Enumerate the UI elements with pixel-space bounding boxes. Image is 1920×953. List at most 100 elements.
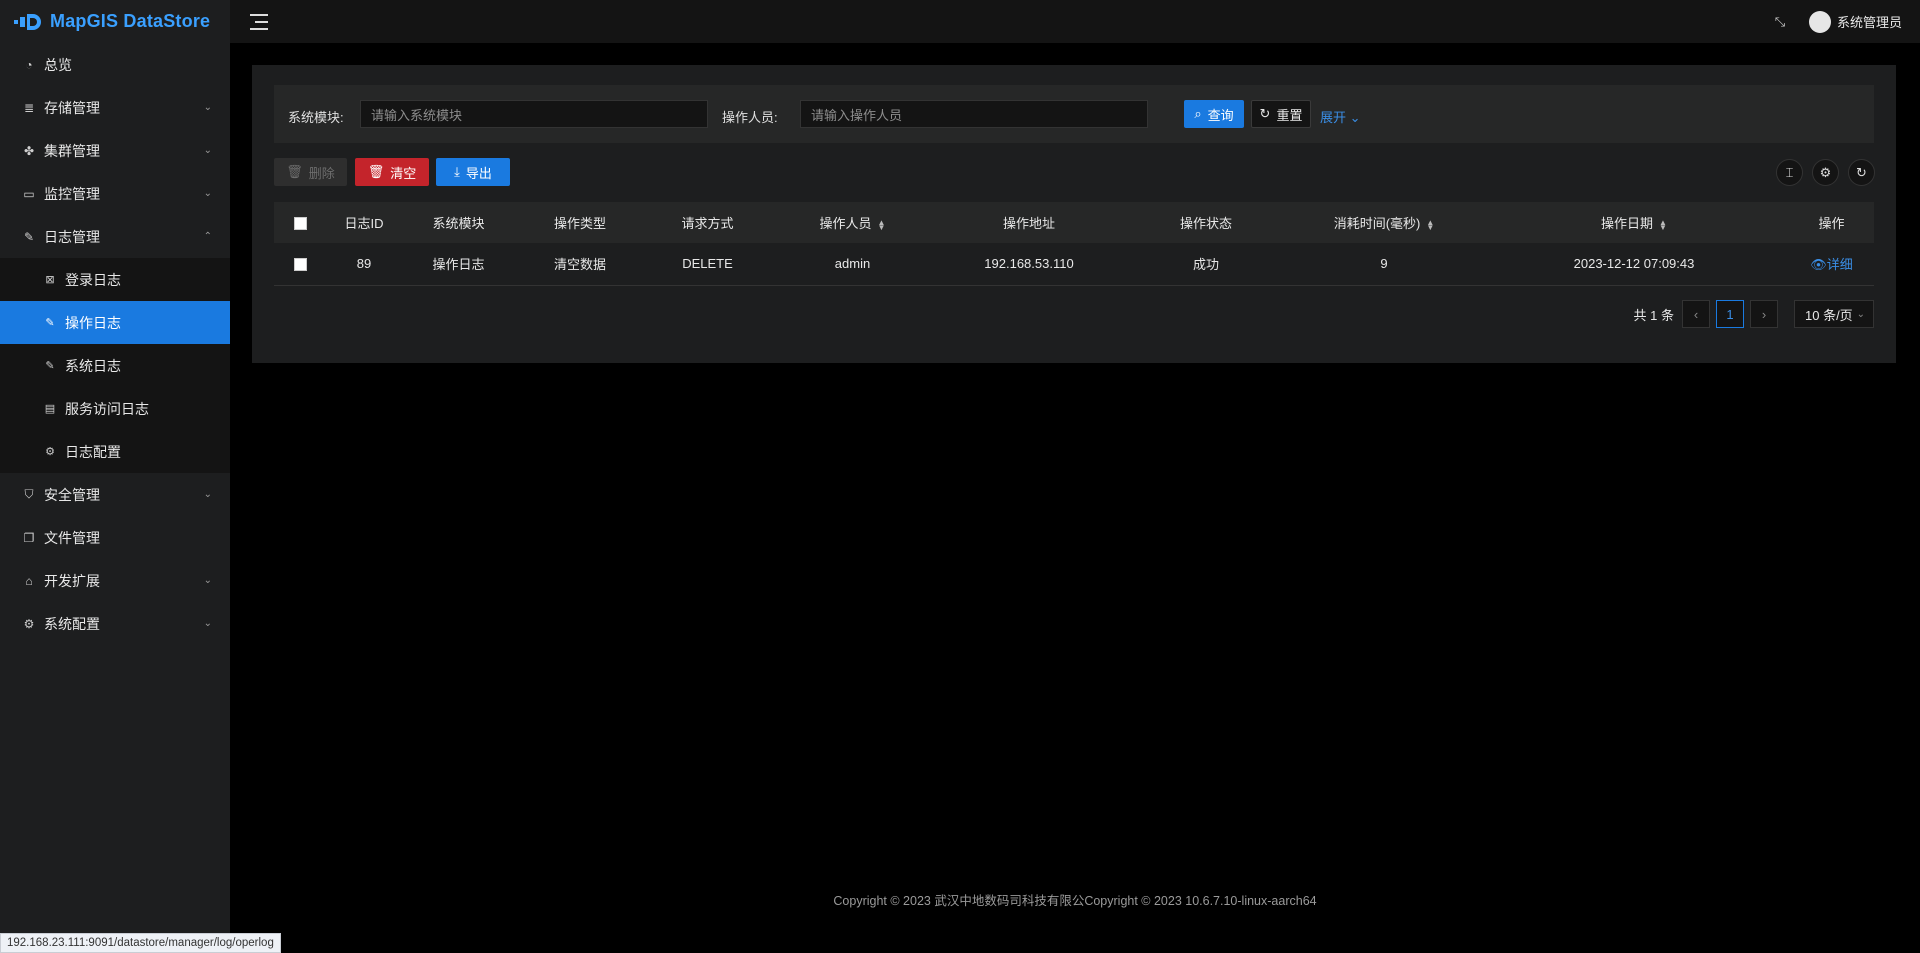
storage-icon: ≣: [23, 100, 35, 115]
download-icon: ⤓: [454, 164, 460, 179]
col-module: 系统模块: [432, 216, 485, 231]
main-card: 系统模块: 请输入系统模块 操作人员: 请输入操作人员 ⌕ 查询 ↻ 重置 展开…: [252, 65, 1896, 363]
col-operator[interactable]: 操作人员 ▲ ▼: [770, 202, 935, 243]
sidebar-item-label: 操作日志: [65, 314, 121, 331]
query-button[interactable]: ⌕ 查询: [1184, 100, 1244, 128]
log-submenu: ⊠ 登录日志 ✎ 操作日志 ✎ 系统日志 ▤ 服务访问日志 ⚙ 日志配置: [0, 258, 230, 473]
select-all-cell: [274, 202, 326, 243]
fullscreen-icon[interactable]: ⤡: [1773, 14, 1787, 29]
sidebar-item-storage[interactable]: ≣ 存储管理 ⌄: [0, 86, 230, 129]
reset-button[interactable]: ↻ 重置: [1251, 100, 1311, 128]
page-number[interactable]: 1: [1716, 300, 1744, 328]
sort-icon[interactable]: ▲ ▼: [1659, 218, 1667, 231]
file-icon: ❐: [23, 530, 35, 545]
header-actions: ⤡ 系统管理员: [1773, 0, 1902, 43]
dashboard-icon: ◔: [25, 57, 33, 72]
module-label: 系统模块:: [288, 110, 344, 125]
sidebar-item-system-config[interactable]: ⚙ 系统配置 ⌄: [0, 602, 230, 645]
pagination-total: 共 1 条: [1633, 307, 1674, 323]
user-menu[interactable]: 系统管理员: [1808, 10, 1902, 33]
export-button[interactable]: ⤓ 导出: [436, 158, 510, 186]
sidebar-item-files[interactable]: ❐ 文件管理: [0, 516, 230, 559]
log-icon: ✎: [23, 229, 35, 244]
log-config-icon: ⚙: [45, 446, 55, 458]
expand-link[interactable]: 展开 ⌄: [1320, 107, 1361, 126]
cell-module: 操作日志: [432, 257, 485, 273]
cell-operator: admin: [834, 256, 871, 272]
sidebar-item-label: 总览: [44, 56, 72, 73]
col-operator-label: 操作人员: [819, 216, 872, 231]
search-icon: ⌕: [1194, 106, 1202, 121]
col-status: 操作状态: [1179, 216, 1232, 231]
column-height-icon[interactable]: ⌶: [1776, 159, 1803, 186]
sidebar-item-log-config[interactable]: ⚙ 日志配置: [0, 430, 230, 473]
sidebar-item-label: 登录日志: [65, 271, 121, 288]
sidebar-item-system-log[interactable]: ✎ 系统日志: [0, 344, 230, 387]
shield-icon: ⛉: [24, 487, 34, 501]
clear-button-label: 清空: [390, 165, 417, 181]
operation-log-icon: ✎: [45, 317, 55, 329]
row-checkbox[interactable]: [293, 258, 307, 272]
table-row: 89 操作日志 清空数据 DELETE admin 192.168.53.110…: [274, 243, 1874, 285]
cell-action: 👁详细: [1789, 243, 1874, 285]
cell-method: DELETE: [682, 256, 733, 272]
sort-icon[interactable]: ▲ ▼: [878, 218, 886, 231]
expand-label: 展开: [1320, 110, 1347, 125]
delete-button[interactable]: 🗑 删除: [274, 158, 347, 186]
search-form: 系统模块: 请输入系统模块 操作人员: 请输入操作人员 ⌕ 查询 ↻ 重置 展开…: [274, 85, 1874, 143]
cell-duration: 9: [1380, 256, 1388, 272]
cell-log-id: 89: [356, 256, 372, 272]
module-input[interactable]: 请输入系统模块: [360, 100, 708, 128]
footer-copyright: Copyright © 2023 武汉中地数码司科技有限公Copyright ©…: [833, 894, 1317, 908]
sidebar-menu-lower: ⛉ 安全管理 ⌄ ❐ 文件管理 ⌂ 开发扩展 ⌄ ⚙ 系统配置 ⌄: [0, 473, 230, 645]
select-all-checkbox[interactable]: [293, 217, 307, 231]
detail-label: 详细: [1826, 257, 1853, 273]
cell-date: 2023-12-12 07:09:43: [1573, 256, 1695, 272]
eye-icon: 👁: [1810, 257, 1827, 273]
sidebar-item-monitor[interactable]: ▭ 监控管理 ⌄: [0, 172, 230, 215]
prev-page-button[interactable]: ‹: [1682, 300, 1710, 328]
col-date[interactable]: 操作日期 ▲ ▼: [1479, 202, 1789, 243]
col-action: 操作: [1818, 216, 1845, 231]
detail-link[interactable]: 👁详细: [1810, 257, 1853, 272]
cell-status: 成功: [1192, 257, 1219, 273]
settings-icon[interactable]: ⚙: [1812, 159, 1839, 186]
sidebar-item-security[interactable]: ⛉ 安全管理 ⌄: [0, 473, 230, 516]
trash-icon: 🗑: [367, 164, 385, 179]
refresh-icon[interactable]: ↻: [1848, 159, 1875, 186]
refresh-icon: ↻: [1259, 106, 1271, 121]
sidebar-menu: ◔ 总览 ≣ 存储管理 ⌄ ✤ 集群管理 ⌄ ▭ 监控管理 ⌄ ✎ 日志管理 ⌃: [0, 43, 230, 258]
user-name: 系统管理员: [1836, 15, 1902, 30]
page-size-select[interactable]: 10 条/页 ⌄: [1794, 300, 1874, 328]
gear-icon: ⚙: [23, 616, 35, 631]
sidebar-item-operation-log[interactable]: ✎ 操作日志: [0, 301, 230, 344]
chevron-down-icon: ⌄: [1856, 308, 1865, 320]
cell-op-type: 清空数据: [553, 257, 606, 273]
next-page-button[interactable]: ›: [1750, 300, 1778, 328]
sidebar-item-log[interactable]: ✎ 日志管理 ⌃: [0, 215, 230, 258]
sidebar-item-label: 集群管理: [44, 142, 100, 159]
col-duration[interactable]: 消耗时间(毫秒) ▲ ▼: [1289, 202, 1479, 243]
sidebar-item-cluster[interactable]: ✤ 集群管理 ⌄: [0, 129, 230, 172]
sidebar-item-service-log[interactable]: ▤ 服务访问日志: [0, 387, 230, 430]
menu-fold-icon[interactable]: [250, 13, 268, 30]
sidebar-item-label: 系统配置: [44, 615, 100, 632]
cell-address: 192.168.53.110: [984, 256, 1074, 272]
sidebar-item-login-log[interactable]: ⊠ 登录日志: [0, 258, 230, 301]
service-log-icon: ▤: [44, 403, 56, 415]
logo-text: MapGIS DataStore: [50, 11, 211, 31]
browser-status-url: 192.168.23.111:9091/datastore/manager/lo…: [0, 933, 281, 953]
cluster-icon: ✤: [23, 143, 35, 158]
chevron-down-icon: ⌄: [203, 145, 212, 156]
clear-button[interactable]: 🗑 清空: [355, 158, 429, 186]
operation-log-table: 日志ID 系统模块 操作类型 请求方式 操作人员 ▲ ▼ 操作地址 操作状态 消耗时…: [274, 202, 1874, 286]
operator-label: 操作人员:: [722, 110, 778, 125]
sidebar-item-label: 日志管理: [44, 228, 100, 245]
export-button-label: 导出: [465, 165, 492, 181]
sidebar-item-dev-extension[interactable]: ⌂ 开发扩展 ⌄: [0, 559, 230, 602]
operator-input[interactable]: 请输入操作人员: [800, 100, 1148, 128]
sidebar-item-overview[interactable]: ◔ 总览: [0, 43, 230, 86]
page-size-value: 10 条/页: [1805, 307, 1853, 323]
app-logo[interactable]: MapGIS DataStore: [0, 0, 230, 43]
sort-icon[interactable]: ▲ ▼: [1426, 218, 1434, 231]
